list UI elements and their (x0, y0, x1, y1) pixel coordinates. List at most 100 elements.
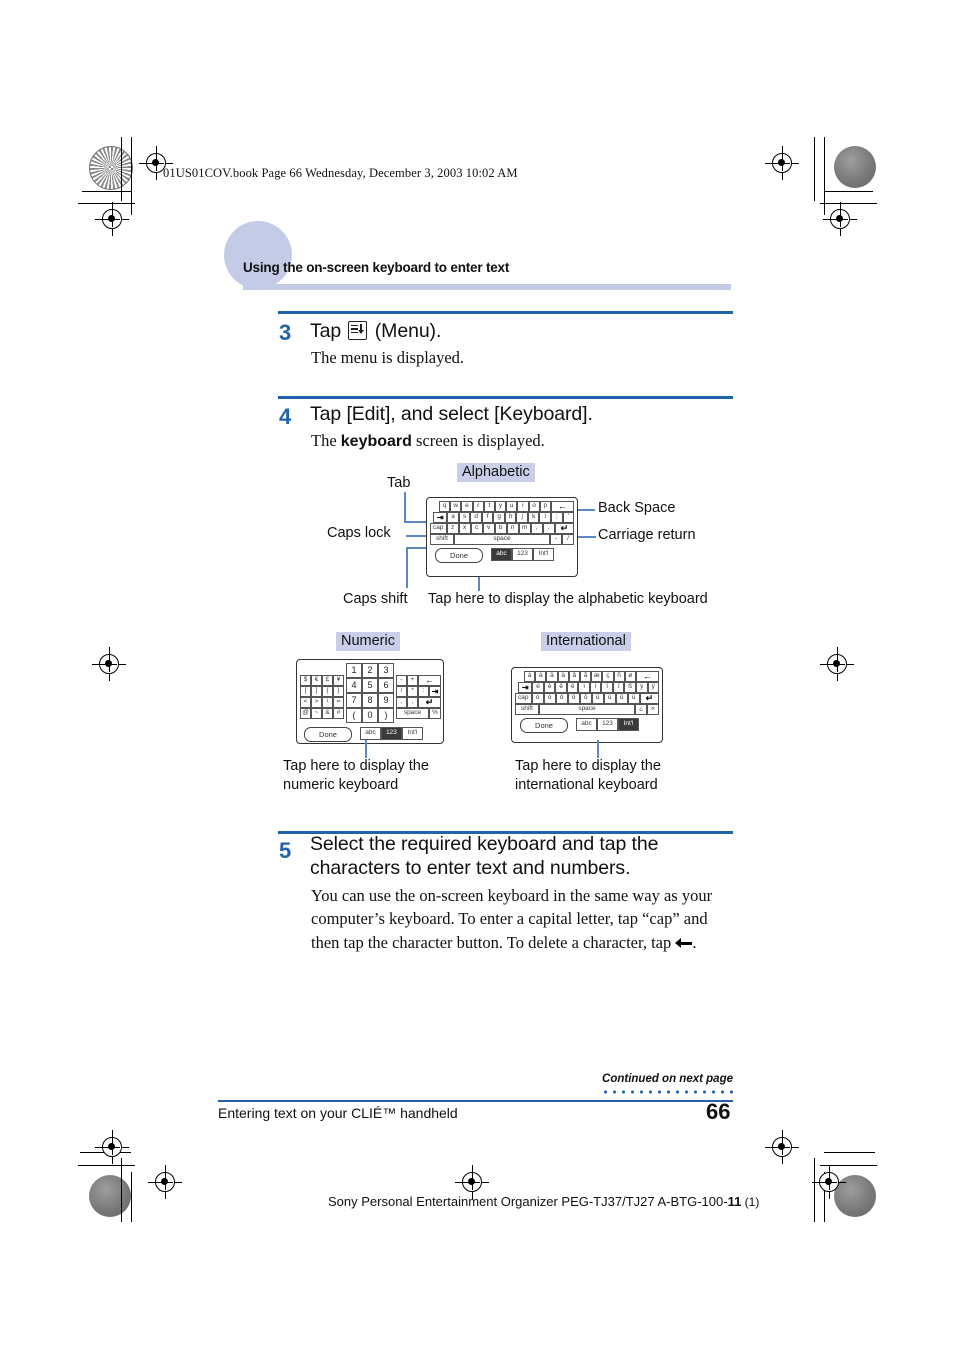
key-u[interactable]: u (506, 501, 518, 512)
key-bracket-left[interactable]: [ (300, 686, 311, 697)
key-v[interactable]: v (482, 523, 495, 534)
key-dollar[interactable]: $ (300, 675, 311, 686)
key-t[interactable]: t (483, 501, 495, 512)
key-e-acute[interactable]: é (532, 682, 544, 693)
key-i-acute[interactable]: í (589, 682, 602, 693)
key-o-grave[interactable]: ò (543, 693, 556, 704)
key-tab[interactable]: ⇥ (429, 686, 441, 697)
key-c[interactable]: c (470, 523, 483, 534)
key-o-tilde[interactable]: õ (579, 693, 592, 704)
key-apostrophe[interactable]: ' (562, 512, 575, 523)
key-j[interactable]: j (516, 512, 528, 523)
mode-key-abc[interactable]: abc (491, 548, 512, 561)
key-9[interactable]: 9 (378, 693, 394, 708)
key-slash[interactable]: / (396, 686, 407, 697)
key-yen[interactable]: ¥ (333, 675, 344, 686)
key-p[interactable]: p (539, 501, 551, 512)
key-n[interactable]: n (506, 523, 519, 534)
key-pound[interactable]: £ (322, 675, 333, 686)
key-plus[interactable]: + (407, 675, 418, 686)
done-button[interactable]: Done (304, 727, 352, 742)
key-1[interactable]: 1 (346, 663, 362, 678)
key-back-space[interactable]: ← (635, 671, 659, 682)
key-backslash[interactable]: \ (322, 697, 333, 708)
key-greater-than[interactable]: > (311, 697, 322, 708)
key-x[interactable]: x (458, 523, 471, 534)
key-y-diaeresis[interactable]: ÿ (647, 682, 660, 693)
key-3[interactable]: 3 (378, 663, 394, 678)
key-g[interactable]: g (493, 512, 505, 523)
key-bracket-right[interactable]: ] (311, 686, 322, 697)
key-space[interactable]: space (538, 704, 636, 715)
key-o-diaeresis[interactable]: ö (567, 693, 580, 704)
key-cap-lock[interactable]: cap (430, 523, 447, 534)
key-ae[interactable]: æ (591, 671, 603, 682)
key-d[interactable]: d (470, 512, 482, 523)
key-o-acute[interactable]: ó (531, 693, 544, 704)
mode-key-123[interactable]: 123 (381, 727, 402, 740)
key-paren-right[interactable]: ) (378, 708, 394, 723)
key-carriage-return[interactable]: ↵ (554, 523, 574, 534)
key-comma[interactable]: , (530, 523, 543, 534)
key-w[interactable]: w (450, 501, 462, 512)
mode-key-abc[interactable]: abc (360, 727, 381, 740)
key-o[interactable]: o (528, 501, 540, 512)
key-guillemet[interactable]: « (647, 704, 659, 715)
key-n-tilde[interactable]: ñ (613, 671, 625, 682)
key-e-circumflex[interactable]: ê (555, 682, 567, 693)
key-carriage-return[interactable]: ↵ (418, 697, 441, 708)
key-a-circumflex[interactable]: â (546, 671, 558, 682)
key-paren-left[interactable]: ( (346, 708, 362, 723)
key-tab[interactable]: ⇥ (433, 512, 448, 523)
key-cap-lock[interactable]: cap (515, 693, 532, 704)
key-back-space[interactable]: ← (418, 675, 441, 686)
key-space[interactable]: space (396, 708, 429, 719)
key-a-ring[interactable]: å (568, 671, 580, 682)
key-u-diaeresis[interactable]: ü (627, 693, 640, 704)
key-y[interactable]: y (494, 501, 507, 512)
key-q[interactable]: q (439, 501, 451, 512)
key-inverted-question[interactable]: ¿ (635, 704, 648, 715)
numeric-keyboard[interactable]: $ € £ ¥ [ ] { } < > \ = @ ~ & # 1 2 3 4 … (296, 659, 444, 744)
key-equals[interactable]: = (333, 697, 344, 708)
key-a-diaeresis[interactable]: ä (557, 671, 569, 682)
mode-key-123[interactable]: 123 (512, 548, 533, 561)
key-0[interactable]: 0 (362, 708, 378, 723)
key-7[interactable]: 7 (346, 693, 362, 708)
key-k[interactable]: k (527, 512, 540, 523)
alphabetic-keyboard[interactable]: q w e r t y u i o p ← ⇥ a s d f g h j k … (426, 497, 578, 577)
key-slash[interactable]: / (562, 534, 574, 545)
key-back-space[interactable]: ← (550, 501, 574, 512)
key-less-than[interactable]: < (300, 697, 311, 708)
key-carriage-return[interactable]: ↵ (639, 693, 659, 704)
key-e-grave[interactable]: è (543, 682, 556, 693)
key-a-acute[interactable]: á (524, 671, 536, 682)
mode-key-123[interactable]: 123 (597, 718, 618, 731)
mode-key-intl[interactable]: Int'l (618, 718, 639, 731)
key-i[interactable]: i (517, 501, 529, 512)
key-colon[interactable]: : (418, 686, 429, 697)
key-a-tilde[interactable]: ã (579, 671, 592, 682)
key-u-circumflex[interactable]: û (615, 693, 628, 704)
key-comma[interactable]: , (407, 697, 418, 708)
key-c-cedilla[interactable]: ç (602, 671, 614, 682)
key-brace-left[interactable]: { (322, 686, 333, 697)
key-u-grave[interactable]: ù (603, 693, 616, 704)
key-e[interactable]: e (461, 501, 473, 512)
key-tilde[interactable]: ~ (311, 708, 322, 719)
key-eszett[interactable]: ß (624, 682, 636, 693)
key-ampersand[interactable]: & (322, 708, 333, 719)
key-5[interactable]: 5 (362, 678, 378, 693)
key-m[interactable]: m (518, 523, 531, 534)
key-a-grave[interactable]: à (535, 671, 547, 682)
done-button[interactable]: Done (520, 718, 568, 733)
key-2[interactable]: 2 (362, 663, 378, 678)
key-8[interactable]: 8 (362, 693, 378, 708)
key-tab[interactable]: ⇥ (518, 682, 533, 693)
key-l[interactable]: l (539, 512, 551, 523)
key-dash[interactable]: - (550, 534, 563, 545)
key-space[interactable]: space (453, 534, 551, 545)
key-y-acute[interactable]: ý (636, 682, 648, 693)
key-h[interactable]: h (504, 512, 517, 523)
key-period[interactable]: . (396, 697, 407, 708)
